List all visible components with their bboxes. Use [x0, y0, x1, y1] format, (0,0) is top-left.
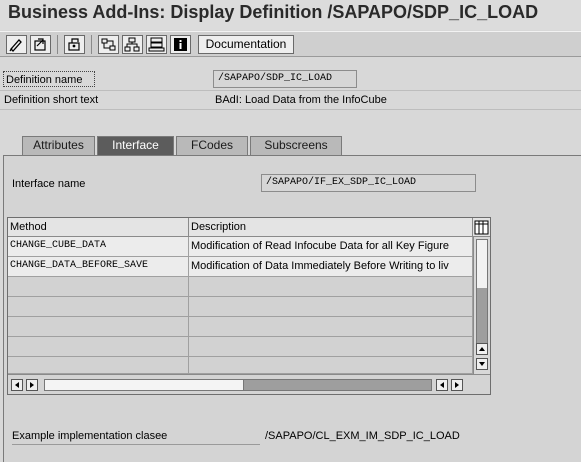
- application-toolbar: Documentation: [0, 31, 581, 57]
- interface-name-label: Interface name: [12, 178, 86, 190]
- scroll-left-icon[interactable]: [11, 379, 23, 391]
- tab-attributes[interactable]: Attributes: [22, 136, 95, 155]
- empty-cell: [8, 357, 189, 374]
- definition-name-label: Definition name: [3, 71, 95, 87]
- scroll-left-icon[interactable]: [436, 379, 448, 391]
- scroll-down-icon[interactable]: [476, 358, 488, 370]
- display-change-icon[interactable]: [30, 35, 51, 54]
- method-cell[interactable]: CHANGE_CUBE_DATA: [8, 237, 189, 257]
- tab-fcodes[interactable]: FCodes: [176, 136, 248, 155]
- edit-icon[interactable]: [6, 35, 27, 54]
- window-title: Business Add-Ins: Display Definition /SA…: [0, 0, 581, 30]
- empty-cell: [189, 277, 473, 297]
- empty-cell: [189, 357, 473, 374]
- empty-cell: [8, 317, 189, 337]
- scroll-right-icon[interactable]: [451, 379, 463, 391]
- empty-cell: [189, 297, 473, 317]
- documentation-button[interactable]: Documentation: [198, 35, 294, 54]
- table-settings-icon[interactable]: [473, 218, 490, 237]
- method-cell[interactable]: CHANGE_DATA_BEFORE_SAVE: [8, 257, 189, 277]
- definition-name-field[interactable]: /SAPAPO/SDP_IC_LOAD: [213, 70, 357, 88]
- where-used-icon[interactable]: [98, 35, 119, 54]
- empty-cell: [8, 277, 189, 297]
- short-text-value: BAdI: Load Data from the InfoCube: [215, 94, 387, 106]
- hierarchy-icon[interactable]: [122, 35, 143, 54]
- tab-subscreens[interactable]: Subscreens: [250, 136, 342, 155]
- column-header-description[interactable]: Description: [189, 218, 473, 237]
- description-cell[interactable]: Modification of Data Immediately Before …: [189, 257, 473, 277]
- horizontal-scrollbar[interactable]: [8, 374, 490, 394]
- methods-table: Method Description CHANGE_CUBE_DATA Modi…: [7, 217, 491, 395]
- horizontal-scroll-track: [244, 379, 432, 391]
- toolbar-separator: [91, 35, 92, 54]
- empty-cell: [8, 297, 189, 317]
- short-text-label: Definition short text: [4, 94, 99, 106]
- description-cell[interactable]: Modification of Read Infocube Data for a…: [189, 237, 473, 257]
- other-object-icon[interactable]: [64, 35, 85, 54]
- example-class-value: /SAPAPO/CL_EXM_IM_SDP_IC_LOAD: [265, 430, 460, 442]
- toolbar-separator: [57, 35, 58, 54]
- example-class-label: Example implementation clasee: [12, 430, 260, 445]
- column-header-method[interactable]: Method: [8, 218, 189, 237]
- scroll-up-icon[interactable]: [476, 343, 488, 355]
- vertical-scrollbar[interactable]: [473, 237, 490, 374]
- layout-icon[interactable]: [146, 35, 167, 54]
- empty-cell: [8, 337, 189, 357]
- empty-cell: [189, 317, 473, 337]
- tab-interface[interactable]: Interface: [97, 136, 174, 155]
- info-icon[interactable]: [170, 35, 191, 54]
- horizontal-scroll-thumb[interactable]: [44, 379, 244, 391]
- scroll-right-icon[interactable]: [26, 379, 38, 391]
- interface-name-field[interactable]: /SAPAPO/IF_EX_SDP_IC_LOAD: [261, 174, 476, 192]
- vertical-scroll-thumb[interactable]: [476, 239, 488, 353]
- row-divider: [0, 90, 581, 91]
- empty-cell: [189, 337, 473, 357]
- row-divider: [0, 109, 581, 110]
